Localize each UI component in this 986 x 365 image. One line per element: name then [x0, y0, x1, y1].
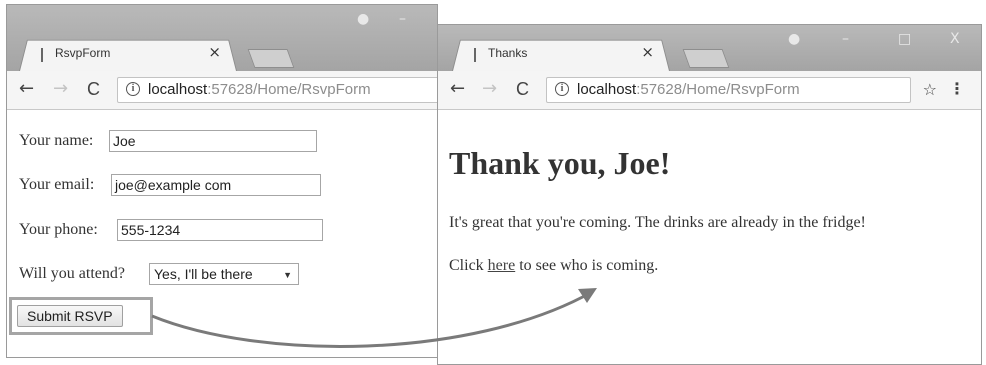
name-label: Your name:: [19, 132, 94, 150]
phone-row: Your phone: 555-1234: [19, 219, 323, 241]
minimize-icon[interactable]: –: [842, 31, 849, 47]
phone-field[interactable]: 555-1234: [117, 219, 323, 241]
url-host: localhost: [577, 81, 637, 98]
see-who-line: Click here to see who is coming.: [449, 257, 658, 275]
new-tab-button[interactable]: [682, 49, 730, 68]
link-suffix: to see who is coming.: [515, 257, 659, 274]
attend-row: Will you attend? Yes, I'll be there ▼: [19, 263, 299, 285]
reload-icon[interactable]: C: [516, 79, 529, 99]
here-link[interactable]: here: [488, 257, 516, 274]
tab-title: Thanks: [488, 46, 528, 60]
rsvp-form-window: RsvpForm × ● – ← → C i localhost:57628/H…: [6, 4, 438, 358]
minimize-icon[interactable]: –: [399, 11, 406, 27]
dropdown-arrow-icon: ▼: [283, 270, 292, 280]
url-text: localhost:57628/Home/RsvpForm: [577, 81, 800, 98]
phone-label: Your phone:: [19, 221, 98, 239]
back-icon[interactable]: ←: [450, 79, 465, 99]
thanks-message: It's great that you're coming. The drink…: [449, 214, 866, 231]
attend-select[interactable]: Yes, I'll be there ▼: [149, 263, 299, 285]
email-field[interactable]: joe@example com: [111, 174, 321, 196]
close-tab-icon[interactable]: ×: [208, 43, 221, 61]
address-bar[interactable]: i localhost:57628/Home/RsvpForm: [546, 77, 911, 103]
bookmark-star-icon[interactable]: ☆: [923, 80, 937, 99]
page-content: Thank you, Joe! It's great that you're c…: [438, 110, 981, 364]
thanks-window: Thanks × ● – □ X ← → C i localhost:57628…: [437, 24, 982, 365]
url-path: :57628/Home/RsvpForm: [207, 81, 371, 98]
url-text: localhost:57628/Home/RsvpForm: [148, 81, 371, 98]
browser-toolbar: ← → C i localhost:57628/Home/RsvpForm ☆ …: [438, 71, 981, 110]
url-host: localhost: [148, 81, 208, 98]
tab-title: RsvpForm: [55, 46, 111, 60]
profile-icon[interactable]: ●: [788, 31, 800, 47]
maximize-icon[interactable]: □: [898, 31, 911, 47]
menu-icon[interactable]: ⋮: [949, 79, 965, 98]
link-prefix: Click: [449, 257, 488, 274]
page-icon: [474, 48, 476, 62]
attend-label: Will you attend?: [19, 265, 125, 283]
thank-you-heading: Thank you, Joe!: [449, 145, 671, 181]
browser-toolbar: ← → C i localhost:57628/Home/RsvpForm: [7, 71, 437, 110]
address-bar[interactable]: i localhost:57628/Home/RsvpForm: [117, 77, 437, 103]
back-icon[interactable]: ←: [19, 79, 34, 99]
tab-thanks[interactable]: Thanks ×: [452, 39, 670, 71]
submit-rsvp-button[interactable]: Submit RSVP: [17, 305, 123, 327]
email-row: Your email: joe@example com: [19, 174, 321, 196]
name-row: Your name: Joe: [19, 130, 317, 152]
info-icon[interactable]: i: [126, 82, 140, 96]
title-bar: Thanks × ● – □ X: [438, 25, 981, 71]
new-tab-button[interactable]: [247, 49, 295, 68]
forward-icon[interactable]: →: [482, 79, 497, 99]
email-label: Your email:: [19, 176, 95, 194]
tab-rsvpform[interactable]: RsvpForm ×: [19, 39, 237, 71]
close-tab-icon[interactable]: ×: [641, 43, 654, 61]
forward-icon[interactable]: →: [53, 79, 68, 99]
page-icon: [41, 48, 43, 62]
url-path: :57628/Home/RsvpForm: [636, 81, 800, 98]
name-field[interactable]: Joe: [109, 130, 317, 152]
info-icon[interactable]: i: [555, 82, 569, 96]
close-window-icon[interactable]: X: [950, 31, 960, 47]
profile-icon[interactable]: ●: [357, 11, 369, 27]
title-bar: RsvpForm × ● –: [7, 5, 437, 71]
attend-selected-value: Yes, I'll be there: [154, 266, 253, 282]
submit-highlight: Submit RSVP: [9, 297, 153, 335]
reload-icon[interactable]: C: [87, 79, 100, 99]
page-content: Your name: Joe Your email: joe@example c…: [7, 110, 437, 357]
